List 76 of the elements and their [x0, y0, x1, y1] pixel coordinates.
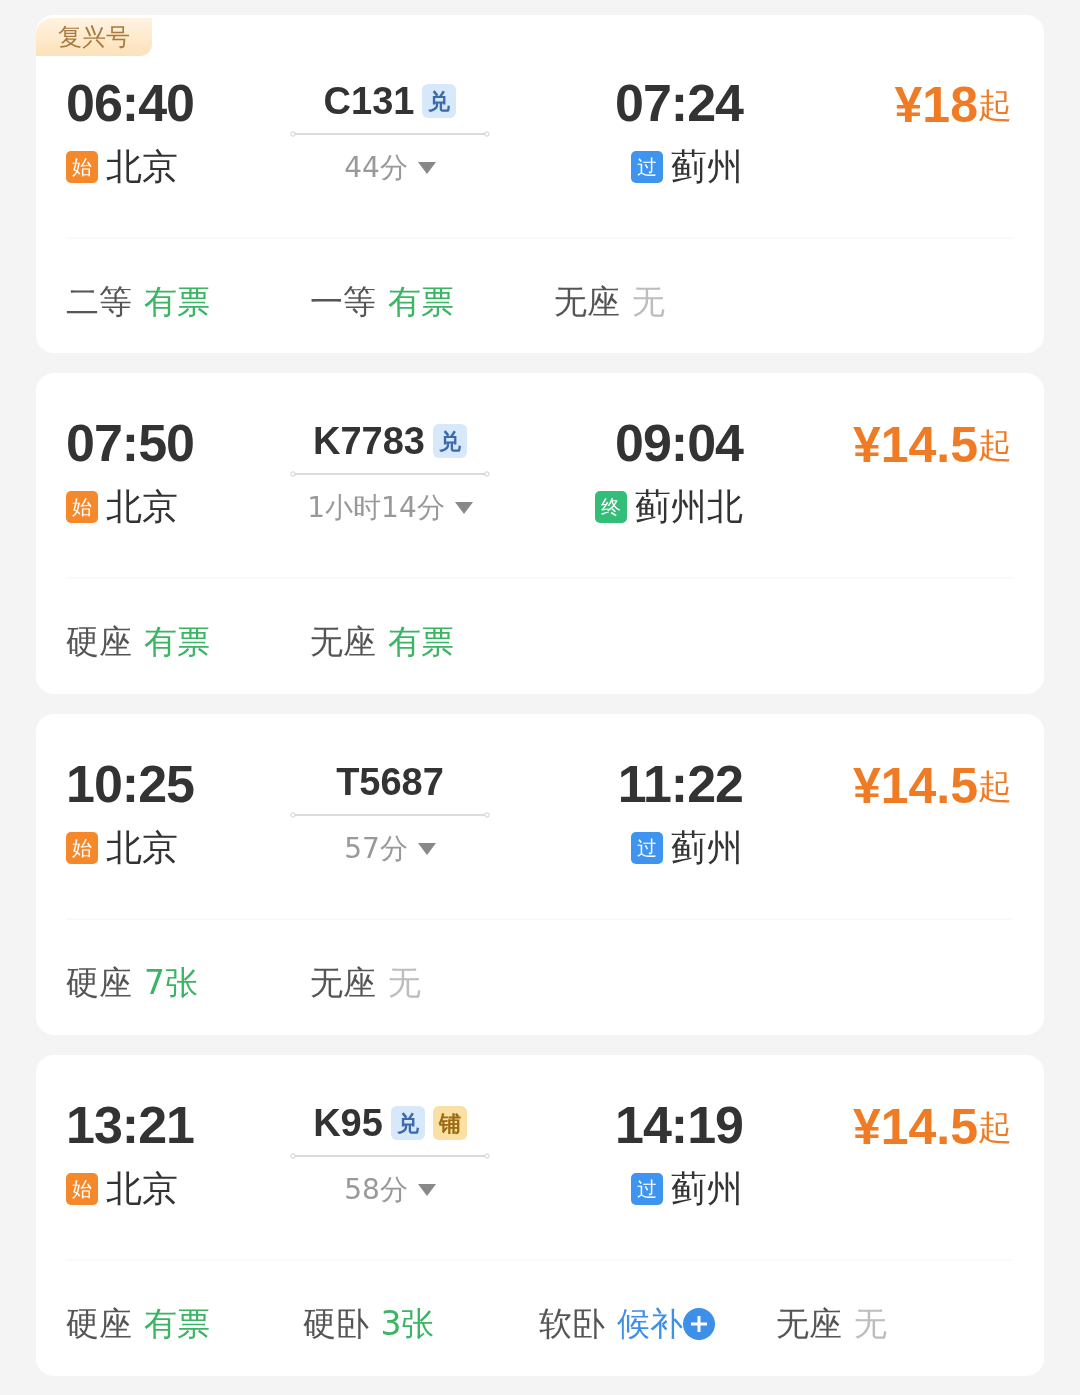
price-suffix: 起	[978, 1106, 1012, 1149]
train-card[interactable]: 10:25 始 北京 T5687 57分 11:22 过 蓟州 ¥14.5起 硬座 7张 无座 无	[36, 714, 1044, 1035]
departure-time: 10:25	[66, 754, 195, 814]
price: ¥14.5	[852, 758, 978, 814]
station-name: 北京	[106, 826, 178, 870]
pass-tag: 过	[631, 1173, 663, 1205]
pass-tag: 过	[631, 832, 663, 864]
seat-availability: 7张	[144, 962, 198, 1004]
train-card[interactable]: 复兴号 06:40 始 北京 C131 兑 44分 07:24 过 蓟州 ¥18起 二等 有票 一等 有票 无座 无	[36, 15, 1044, 353]
seat-availability: 3张	[380, 1303, 435, 1345]
caret-icon	[417, 1184, 436, 1196]
station-name: 北京	[106, 485, 178, 529]
origin-tag: 始	[66, 491, 98, 523]
station-name: 蓟州	[671, 1167, 743, 1211]
seat-class: 无座	[310, 962, 376, 1004]
arrival-time: 07:24	[615, 73, 743, 133]
price-suffix: 起	[978, 424, 1012, 467]
train-card[interactable]: 07:50 始 北京 K7783 兑 1小时14分 09:04 终 蓟州北 ¥14.5起 硬座 有票 无座 有票	[36, 373, 1044, 694]
station-name: 蓟州	[671, 145, 743, 189]
seat-availability: 有票	[388, 621, 454, 663]
seat-class: 硬卧	[302, 1303, 369, 1345]
exchange-tag: 兑	[390, 1106, 425, 1140]
duration-toggle[interactable]: 57分	[344, 828, 436, 870]
departure-time: 13:21	[66, 1095, 195, 1155]
origin-tag: 始	[66, 1173, 98, 1205]
seat-class: 软卧	[539, 1303, 605, 1345]
seat-availability: 无	[632, 281, 665, 323]
duration-toggle[interactable]: 44分	[344, 147, 436, 189]
train-number: K95	[313, 1101, 383, 1146]
duration-toggle[interactable]: 1小时14分	[307, 487, 473, 529]
arrival-time: 11:22	[617, 754, 743, 814]
origin-tag: 始	[66, 832, 98, 864]
duration-toggle[interactable]: 58分	[344, 1169, 436, 1211]
train-number: C131	[323, 79, 415, 124]
exchange-tag: 兑	[433, 424, 467, 458]
exchange-tag: 兑	[422, 84, 457, 118]
seat-availability: 无	[388, 962, 421, 1004]
caret-icon	[417, 162, 436, 174]
seat-class: 硬座	[66, 1303, 132, 1345]
arrival-time: 09:04	[615, 413, 743, 473]
seat-class: 硬座	[66, 962, 132, 1004]
station-name: 蓟州	[671, 826, 743, 870]
caret-icon	[417, 843, 436, 855]
train-type-badge: 复兴号	[36, 18, 152, 56]
departure-time: 06:40	[66, 73, 195, 133]
seat-availability: 无	[853, 1303, 887, 1345]
seat-class: 无座	[310, 621, 376, 663]
price: ¥14.5	[852, 417, 978, 473]
berth-tag: 铺	[432, 1106, 467, 1140]
train-number: K7783	[313, 419, 425, 464]
station-name: 蓟州北	[635, 485, 743, 529]
seat-availability: 有票	[388, 281, 454, 323]
station-name: 北京	[106, 145, 178, 189]
price: ¥18	[894, 77, 978, 133]
seat-class: 一等	[310, 281, 376, 323]
seat-class: 硬座	[66, 621, 132, 663]
seat-availability: 有票	[144, 621, 210, 663]
station-name: 北京	[106, 1167, 178, 1211]
price-suffix: 起	[978, 765, 1012, 808]
pass-tag: 过	[631, 151, 663, 183]
seat-availability: 有票	[144, 1303, 210, 1345]
seat-class: 无座	[775, 1303, 842, 1345]
arrival-time: 14:19	[615, 1095, 743, 1155]
departure-time: 07:50	[66, 413, 195, 473]
caret-icon	[454, 502, 473, 514]
price: ¥14.5	[852, 1099, 978, 1155]
price-suffix: 起	[978, 84, 1012, 127]
add-icon[interactable]	[683, 1307, 715, 1340]
seat-availability: 有票	[144, 281, 210, 323]
terminal-tag: 终	[595, 491, 627, 523]
seat-class: 二等	[66, 281, 132, 323]
train-number: T5687	[336, 760, 444, 805]
train-card[interactable]: 13:21 始 北京 K95 兑 铺 58分 14:19 过 蓟州 ¥14.5起 硬座 有票 硬卧 3张 软卧 候补 无座 无	[36, 1055, 1044, 1376]
seat-availability[interactable]: 候补	[617, 1299, 683, 1349]
seat-class: 无座	[554, 281, 620, 323]
origin-tag: 始	[66, 151, 98, 183]
